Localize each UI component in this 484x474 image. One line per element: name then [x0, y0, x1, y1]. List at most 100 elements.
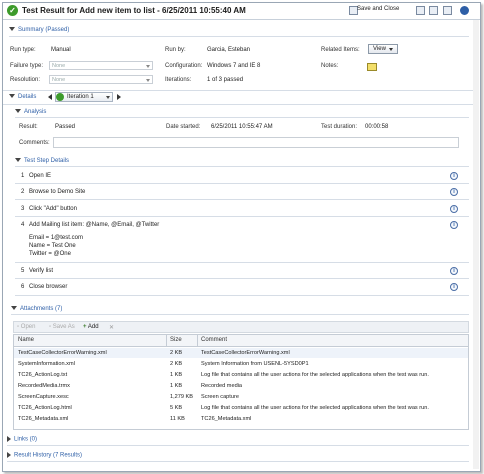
- info-icon[interactable]: i: [450, 172, 458, 180]
- cell-name: RecordedMedia.trmx: [18, 383, 70, 389]
- test-step-5: 5 Verify list: [21, 268, 53, 274]
- delete-attachment-button[interactable]: ✕: [109, 324, 114, 331]
- details-toggle[interactable]: Details: [9, 94, 36, 100]
- result-value: Passed: [55, 124, 76, 130]
- comments-input[interactable]: [53, 137, 459, 148]
- divider: [15, 295, 469, 296]
- table-row[interactable]: ScreenCapture.xesc 1,279 KB Screen captu…: [14, 392, 468, 402]
- divider: [15, 216, 469, 217]
- save-icon[interactable]: [416, 6, 425, 15]
- open-label: Open: [20, 324, 36, 330]
- cell-size: 1 KB: [170, 383, 183, 389]
- step-text: Click "Add" button: [29, 206, 77, 212]
- configuration-label: Configuration:: [165, 63, 203, 69]
- column-divider[interactable]: [197, 335, 198, 346]
- test-step-4: 4 Add Mailing list item: @Name, @Email, @…: [21, 222, 159, 228]
- info-icon[interactable]: i: [450, 283, 458, 291]
- step-number: 3: [21, 206, 25, 212]
- save-and-close-button[interactable]: Save and Close: [357, 6, 399, 12]
- table-row[interactable]: TC26_ActionLog.html 5 KB Log file that c…: [14, 403, 468, 413]
- expand-arrow-icon: [7, 436, 11, 442]
- related-items-label: Related Items:: [321, 47, 360, 53]
- links-header: Links (0): [14, 436, 38, 443]
- save-as-button[interactable]: ▫ Save As: [49, 324, 75, 330]
- step-text: Close browser: [29, 284, 68, 290]
- delete-icon[interactable]: [443, 6, 452, 15]
- comments-label: Comments:: [19, 140, 50, 146]
- divider: [9, 36, 469, 37]
- chevron-down-icon: [146, 79, 150, 82]
- collapse-arrow-icon: [15, 109, 21, 114]
- info-icon[interactable]: i: [450, 267, 458, 275]
- cell-size: 11 KB: [170, 416, 185, 422]
- collapse-arrow-icon: [15, 158, 21, 163]
- iterations-label: Iterations:: [165, 77, 192, 83]
- next-iteration-button[interactable]: [117, 94, 121, 100]
- table-row[interactable]: TC26_ActionLog.txt 1 KB Log file that co…: [14, 370, 468, 380]
- cell-comment: Screen capture: [201, 394, 239, 400]
- save-as-label: Save As: [52, 324, 75, 330]
- step-text: Verify list: [29, 268, 54, 274]
- info-icon[interactable]: i: [450, 188, 458, 196]
- open-button[interactable]: ▫ Open: [17, 324, 35, 330]
- date-started-label: Date started:: [166, 124, 201, 130]
- test-step-1: 1 Open IE: [21, 173, 51, 179]
- cell-name: TC26_ActionLog.html: [18, 405, 72, 411]
- column-header-size[interactable]: Size: [170, 337, 182, 343]
- title-bar: ✓ Test Result for Add new item to list -…: [3, 3, 480, 18]
- resolution-select[interactable]: None: [49, 75, 153, 84]
- table-row[interactable]: SystemInformation.xml 2 KB System Inform…: [14, 359, 468, 369]
- run-type-label: Run type:: [10, 47, 36, 53]
- table-row[interactable]: TestCaseCollectorErrorWarning.xml 2 KB T…: [14, 348, 468, 358]
- step-parameter: Twitter = @One: [29, 251, 71, 257]
- cell-comment: TC26_Metadata.xml: [201, 416, 252, 422]
- divider: [3, 19, 480, 20]
- divider: [15, 262, 469, 263]
- cell-size: 1 KB: [170, 372, 183, 378]
- export-icon[interactable]: [429, 6, 438, 15]
- add-button[interactable]: + Add: [83, 324, 99, 330]
- previous-iteration-button[interactable]: [48, 94, 52, 100]
- cell-comment: Log file that contains all the user acti…: [201, 372, 429, 378]
- step-parameter: Name = Test One: [29, 243, 76, 249]
- column-header-name[interactable]: Name: [18, 337, 34, 343]
- cell-name: ScreenCapture.xesc: [18, 394, 69, 400]
- divider: [15, 199, 469, 200]
- cell-size: 2 KB: [170, 361, 183, 367]
- help-icon[interactable]: [460, 6, 469, 15]
- divider: [7, 445, 469, 446]
- cell-name: TestCaseCollectorErrorWarning.xml: [18, 350, 107, 356]
- step-number: 6: [21, 284, 25, 290]
- view-button[interactable]: View: [368, 44, 398, 54]
- result-history-section-toggle[interactable]: Result History (7 Results): [7, 452, 82, 459]
- failure-type-select[interactable]: None: [49, 61, 153, 70]
- grid-header: Name Size Comment: [14, 335, 468, 347]
- divider: [15, 183, 469, 184]
- summary-section-toggle[interactable]: Summary (Passed): [9, 27, 69, 33]
- failure-type-label: Failure type:: [10, 63, 44, 69]
- step-number: 2: [21, 189, 25, 195]
- analysis-section-toggle[interactable]: Analysis: [15, 109, 46, 115]
- test-steps-section-toggle[interactable]: Test Step Details: [15, 158, 69, 164]
- links-section-toggle[interactable]: Links (0): [7, 436, 37, 443]
- cell-size: 5 KB: [170, 405, 183, 411]
- chevron-down-icon: [146, 65, 150, 68]
- column-header-comment[interactable]: Comment: [201, 337, 227, 343]
- passed-check-icon: ✓: [7, 5, 18, 16]
- table-row[interactable]: TC26_Metadata.xml 11 KB TC26_Metadata.xm…: [14, 414, 468, 424]
- divider: [3, 90, 473, 91]
- result-label: Result:: [19, 124, 38, 130]
- divider: [15, 166, 469, 167]
- info-icon[interactable]: i: [450, 205, 458, 213]
- test-result-window: ✓ Test Result for Add new item to list -…: [2, 2, 481, 472]
- expand-arrow-icon: [7, 452, 11, 458]
- info-icon[interactable]: i: [450, 221, 458, 229]
- table-row[interactable]: RecordedMedia.trmx 1 KB Recorded media: [14, 381, 468, 391]
- attachments-section-toggle[interactable]: Attachments (7): [11, 306, 62, 312]
- details-label: Details: [18, 94, 37, 100]
- vertical-scrollbar[interactable]: [473, 20, 479, 469]
- test-duration-label: Test duration:: [321, 124, 358, 130]
- notes-icon[interactable]: [367, 63, 377, 71]
- cell-size: 1,279 KB: [170, 394, 194, 400]
- column-divider[interactable]: [166, 335, 167, 346]
